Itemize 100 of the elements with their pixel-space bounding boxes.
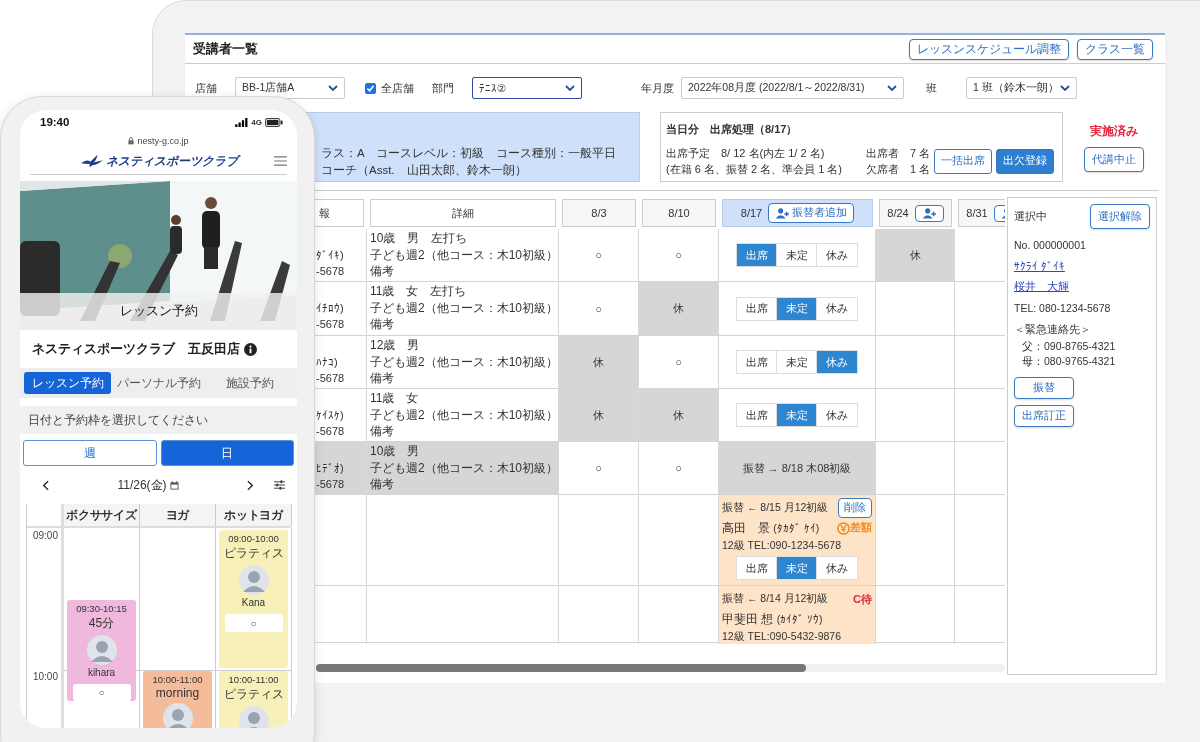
detail-text: 子ども週2（他コース：木10初級） (370, 353, 555, 370)
info-icon[interactable] (244, 342, 257, 356)
member-number: No. 000000001 (1014, 239, 1087, 251)
chevron-icon (887, 85, 897, 91)
detail-text: 10歳 男 (370, 443, 421, 460)
attendance-option[interactable]: 休み (817, 351, 857, 373)
booking-tab[interactable]: レッスン予約 (24, 372, 111, 394)
detail-text: 備考 (370, 423, 395, 440)
lesson-title: ピラティス (223, 686, 284, 703)
student-kana: ﾊﾅｺ) (316, 355, 339, 370)
emergency-contact: 父：090-8765-4321 (1021, 339, 1117, 354)
delete-button[interactable]: 削除 (838, 498, 872, 518)
lesson-time: 09:30-10:15 (76, 603, 127, 614)
summary-text: 欠席者 1 名 (866, 162, 930, 177)
student-kana: ｹｲｽｹ) (316, 408, 345, 423)
chevron-icon (565, 85, 575, 91)
summary-text: (在籍 6 名、振替 2 名、準会員 1 名) (666, 162, 844, 177)
lesson-time: 09:00-10:00 (228, 533, 279, 544)
filter-label: 部門 (432, 80, 455, 96)
detail-text: 備考 (370, 370, 395, 387)
student-phone: -5678 (316, 477, 346, 492)
table-cell: 休 (639, 282, 719, 335)
dropdown[interactable]: 2022年08月度 (2022/8/1～2022/8/31) (681, 77, 904, 99)
add-substitute-button[interactable]: 振替者追加 (768, 203, 855, 223)
book-slot-button[interactable]: ○ (72, 684, 131, 701)
view-toggle[interactable]: 日 (160, 440, 294, 466)
student-phone: -5678 (316, 371, 346, 386)
detail-text: 子ども週2（他コース：木10初級） (370, 246, 555, 263)
header-button[interactable]: レッスンスケジュール調整 (909, 38, 1069, 60)
booking-tab[interactable]: パーソナル予約 (115, 372, 202, 394)
prompt-text: 日付と予約枠を選択してください (20, 406, 297, 434)
view-toggle[interactable]: 週 (23, 440, 157, 466)
student-kana: ﾀﾞｲｷ) (316, 248, 345, 263)
clear-selection-button[interactable]: 選択解除 (1090, 204, 1150, 229)
attendance-option[interactable]: 出席 (737, 557, 777, 579)
header-button[interactable]: クラス一覧 (1077, 38, 1153, 60)
add-substitute-button[interactable] (914, 204, 944, 222)
network-label: 4G (251, 117, 262, 127)
table-cell: 休 (639, 389, 719, 441)
scrollbar[interactable] (316, 664, 1005, 672)
filter-label: 班 (926, 80, 938, 96)
detail-text: 子ども週2（他コース：木10初級） (370, 406, 555, 423)
menu-icon[interactable] (274, 156, 287, 166)
table-cell: 休 (876, 229, 955, 281)
scrollbar-thumb[interactable] (316, 664, 806, 672)
dropdown[interactable]: ﾃﾆｽ② (472, 77, 582, 99)
previous-icon[interactable] (42, 479, 49, 491)
member-name-link[interactable]: 桜井 大輝 (1014, 280, 1069, 294)
panel-button[interactable]: 振替 (1014, 377, 1074, 399)
table-cell: ○ (559, 442, 639, 494)
book-slot-button[interactable]: ○ (224, 614, 283, 632)
lesson-time: 10:00-11:00 (152, 674, 203, 685)
lesson-title: 45分 (88, 615, 115, 632)
avatar-icon (238, 706, 269, 728)
attendance-option[interactable]: 未定 (777, 404, 817, 426)
summary-title: 当日分 出席処理（8/17） (666, 122, 799, 137)
detail-text: 備考 (370, 476, 395, 493)
filter-label: 年月度 (641, 80, 675, 96)
avatar-icon (162, 703, 193, 728)
lesson-card[interactable]: 10:00-11:00 ピラティス (219, 671, 288, 728)
emergency-title: ＜緊急連絡先＞ (1014, 323, 1092, 337)
member-phone: TEL: 080-1234-5678 (1014, 302, 1112, 314)
attendance-option[interactable]: 出席 (737, 244, 777, 266)
chevron-icon (328, 85, 338, 91)
class-info-text: ラス：A コースレベル：初級 コース種別：一般平日 (321, 146, 618, 161)
column-label: 8/3 (591, 207, 607, 219)
panel-title: 選択中 (1014, 209, 1047, 224)
action-button[interactable]: 出欠登録 (996, 148, 1054, 174)
signal-icon (235, 117, 249, 127)
summary-text: 出席者 7 名 (866, 146, 930, 161)
checkbox[interactable] (365, 82, 376, 94)
attendance-option[interactable]: 未定 (777, 557, 817, 579)
booking-tab[interactable]: 施設予約 (206, 372, 293, 394)
class-column-header: ホットヨガ (216, 504, 292, 526)
lesson-card[interactable]: 09:30-10:15 45分 kihara ○ (67, 600, 136, 701)
calendar-icon[interactable] (169, 480, 179, 490)
lesson-card[interactable]: 09:00-10:00 ピラティス Kana ○ (219, 530, 288, 668)
attendance-option[interactable]: 未定 (777, 297, 817, 320)
filter-icon[interactable] (274, 480, 285, 490)
checkbox-label: 全店舗 (381, 80, 414, 96)
next-icon[interactable] (247, 479, 254, 491)
attendance-option[interactable]: 休み (817, 557, 857, 579)
class-column-header: ボクササイズ (64, 504, 140, 526)
summary-text: 出席予定 8/ 12 名(内左 1/ 2 名) (666, 146, 826, 161)
column-label: 詳細 (452, 205, 474, 221)
action-button[interactable]: 一括出席 (934, 148, 992, 174)
store-name: ネスティスポーツクラブ 五反田店 (32, 340, 240, 358)
detail-text: 備考 (370, 316, 395, 333)
student-info: 12級 TEL:090-1234-5678 (722, 538, 842, 553)
lesson-card[interactable]: 10:00-11:00 morning (143, 671, 212, 728)
detail-text: 備考 (370, 263, 395, 280)
column-label: 8/24 (887, 207, 909, 219)
instructor-name: Kana (241, 597, 266, 608)
student-phone: -5678 (316, 264, 346, 279)
member-kana-link[interactable]: ｻｸﾗｲ ﾀﾞｲｷ (1014, 260, 1065, 272)
dropdown[interactable]: 1 班（鈴木一朗） (966, 77, 1077, 99)
emergency-contact: 母：080-9765-4321 (1021, 354, 1117, 369)
cancel-button[interactable]: 代講中止 (1084, 147, 1144, 172)
panel-button[interactable]: 出席訂正 (1014, 405, 1074, 427)
student-name: 甲斐田 想 (722, 611, 774, 626)
